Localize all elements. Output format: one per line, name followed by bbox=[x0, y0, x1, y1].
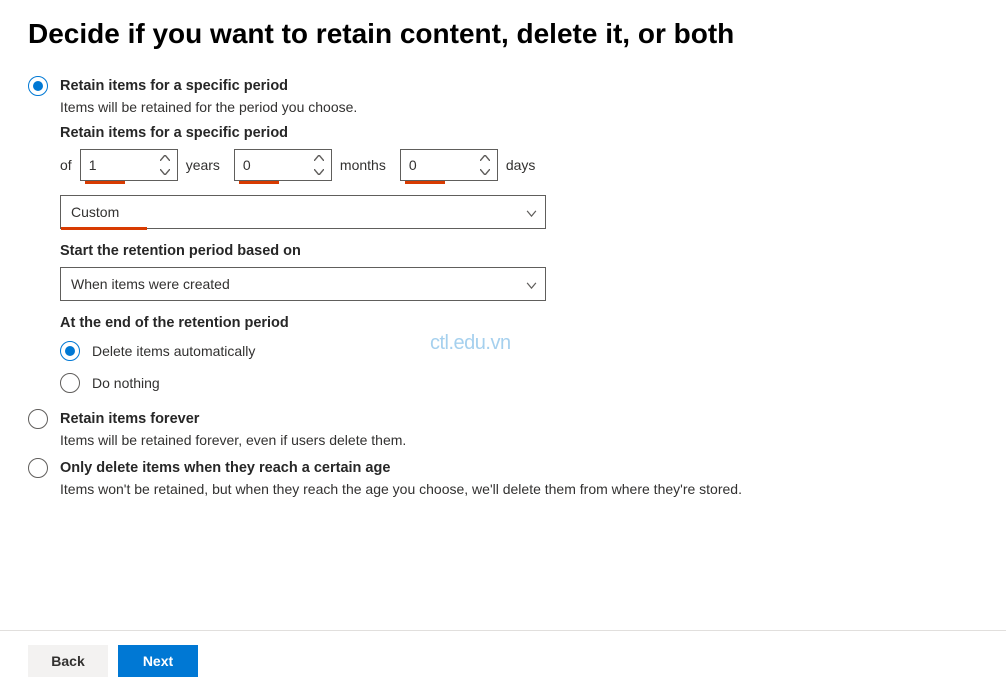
years-error-underline bbox=[85, 181, 125, 184]
preset-error-underline bbox=[61, 227, 147, 230]
days-error-underline bbox=[405, 181, 445, 184]
months-down-icon[interactable] bbox=[308, 165, 330, 179]
radio-retain-period[interactable] bbox=[28, 76, 48, 96]
end-options: Delete items automatically Do nothing bbox=[60, 341, 978, 393]
option-delete-only-text: Only delete items when they reach a cert… bbox=[60, 458, 742, 499]
months-up-icon[interactable] bbox=[308, 151, 330, 165]
chevron-down-icon bbox=[526, 276, 537, 292]
option-retain-period[interactable]: Retain items for a specific period Items… bbox=[28, 76, 978, 117]
option-retain-period-label: Retain items for a specific period bbox=[60, 76, 357, 96]
days-spinner bbox=[400, 149, 498, 181]
days-up-icon[interactable] bbox=[474, 151, 496, 165]
days-down-icon[interactable] bbox=[474, 165, 496, 179]
start-dropdown-value: When items were created bbox=[71, 276, 230, 292]
period-inputs-row: of years months days bbox=[60, 149, 978, 181]
chevron-down-icon bbox=[526, 204, 537, 220]
start-dropdown[interactable]: When items were created bbox=[60, 267, 546, 301]
option-delete-only-label: Only delete items when they reach a cert… bbox=[60, 458, 742, 478]
radio-delete-auto[interactable] bbox=[60, 341, 80, 361]
period-section-label: Retain items for a specific period bbox=[60, 125, 978, 141]
end-do-nothing-row[interactable]: Do nothing bbox=[60, 373, 978, 393]
preset-dropdown-value: Custom bbox=[71, 204, 119, 220]
page-title: Decide if you want to retain content, de… bbox=[0, 0, 1006, 62]
radio-retain-forever[interactable] bbox=[28, 409, 48, 429]
option-retain-forever[interactable]: Retain items forever Items will be retai… bbox=[28, 409, 978, 450]
end-delete-auto-row[interactable]: Delete items automatically bbox=[60, 341, 978, 361]
content-area: Retain items for a specific period Items… bbox=[0, 62, 1006, 499]
months-spinner bbox=[234, 149, 332, 181]
delete-auto-label: Delete items automatically bbox=[92, 341, 255, 361]
do-nothing-label: Do nothing bbox=[92, 373, 160, 393]
of-text: of bbox=[60, 157, 72, 173]
start-label: Start the retention period based on bbox=[60, 243, 978, 259]
option-retain-period-desc: Items will be retained for the period yo… bbox=[60, 97, 357, 117]
option-delete-only[interactable]: Only delete items when they reach a cert… bbox=[28, 458, 978, 499]
footer-buttons: Back Next bbox=[0, 630, 1006, 691]
months-label: months bbox=[340, 157, 386, 173]
back-button[interactable]: Back bbox=[28, 645, 108, 677]
radio-do-nothing[interactable] bbox=[60, 373, 80, 393]
radio-delete-only[interactable] bbox=[28, 458, 48, 478]
years-spinner bbox=[80, 149, 178, 181]
days-label: days bbox=[506, 157, 536, 173]
retain-period-settings: Retain items for a specific period of ye… bbox=[28, 125, 978, 393]
preset-dropdown[interactable]: Custom bbox=[60, 195, 546, 229]
option-delete-only-desc: Items won't be retained, but when they r… bbox=[60, 479, 742, 499]
option-retain-forever-text: Retain items forever Items will be retai… bbox=[60, 409, 406, 450]
next-button[interactable]: Next bbox=[118, 645, 198, 677]
option-retain-period-text: Retain items for a specific period Items… bbox=[60, 76, 357, 117]
years-down-icon[interactable] bbox=[154, 165, 176, 179]
years-label: years bbox=[186, 157, 220, 173]
years-up-icon[interactable] bbox=[154, 151, 176, 165]
option-retain-forever-desc: Items will be retained forever, even if … bbox=[60, 430, 406, 450]
option-retain-forever-label: Retain items forever bbox=[60, 409, 406, 429]
end-label: At the end of the retention period bbox=[60, 315, 978, 331]
months-error-underline bbox=[239, 181, 279, 184]
